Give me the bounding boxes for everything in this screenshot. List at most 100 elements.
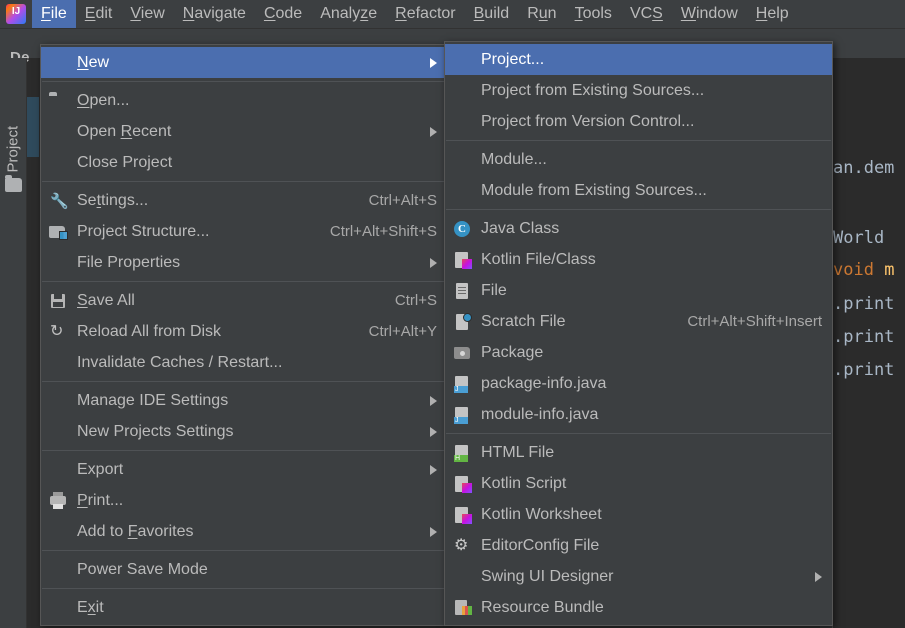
no-icon: [49, 523, 69, 541]
code-keyword: void: [833, 260, 874, 280]
menu-item-label: Module...: [481, 150, 547, 168]
menu-separator: [446, 140, 831, 141]
menu-item-kotlin-file-class[interactable]: Kotlin File/Class: [445, 244, 832, 275]
menu-item-swing-ui-designer[interactable]: Swing UI Designer: [445, 561, 832, 592]
menu-separator: [42, 588, 446, 589]
menubar-item-code[interactable]: Code: [255, 0, 311, 28]
no-icon: [453, 51, 473, 69]
menu-item-project-structure[interactable]: Project Structure... Ctrl+Alt+Shift+S: [41, 216, 447, 247]
menu-item-label: Project from Existing Sources...: [481, 81, 705, 99]
menu-item-module-from-existing-sources[interactable]: Module from Existing Sources...: [445, 175, 832, 206]
menubar-item-window[interactable]: Window: [672, 0, 747, 28]
menu-separator: [42, 450, 446, 451]
menu-item-module[interactable]: Module...: [445, 144, 832, 175]
menubar-item-tools[interactable]: Tools: [566, 0, 621, 28]
menu-item-print[interactable]: Print...: [41, 485, 447, 516]
menubar-item-navigate[interactable]: Navigate: [174, 0, 255, 28]
menu-bar: File Edit View Navigate Code Analyze Ref…: [0, 0, 905, 29]
project-structure-icon: [49, 223, 69, 241]
menu-item-label: EditorConfig File: [481, 536, 600, 554]
no-icon: [49, 123, 69, 141]
menu-item-new-projects-settings[interactable]: New Projects Settings: [41, 416, 447, 447]
menu-item-open-recent[interactable]: Open Recent: [41, 116, 447, 147]
menubar-item-file[interactable]: File: [32, 0, 76, 28]
menu-item-label: File Properties: [77, 253, 181, 271]
kotlin-script-icon: [453, 506, 473, 524]
menu-item-label: Open...: [77, 91, 130, 109]
menu-item-label: Export: [77, 460, 124, 478]
reload-icon: ↻: [50, 322, 64, 340]
code-line: an.dem: [833, 158, 895, 178]
menu-item-editorconfig-file[interactable]: ⚙ EditorConfig File: [445, 530, 832, 561]
menu-item-label: Invalidate Caches / Restart...: [77, 353, 283, 371]
folder-icon: [49, 92, 69, 110]
menubar-item-analyze[interactable]: Analyze: [311, 0, 386, 28]
menu-item-file[interactable]: File: [445, 275, 832, 306]
code-line: .print: [833, 327, 895, 347]
code-line: World: [833, 228, 885, 248]
no-icon: [453, 182, 473, 200]
menu-item-label: Project...: [481, 50, 545, 68]
menu-item-new[interactable]: New: [41, 47, 447, 78]
menu-item-manage-ide-settings[interactable]: Manage IDE Settings: [41, 385, 447, 416]
menu-item-add-to-favorites[interactable]: Add to Favorites: [41, 516, 447, 547]
menubar-item-view[interactable]: View: [121, 0, 173, 28]
project-panel-scrollbar[interactable]: [27, 97, 39, 157]
menu-item-java-class[interactable]: C Java Class: [445, 213, 832, 244]
wrench-icon: 🔧: [50, 192, 69, 210]
menu-item-exit[interactable]: Exit: [41, 592, 447, 623]
menubar-item-vcs[interactable]: VCS: [621, 0, 672, 28]
gear-icon: ⚙: [454, 536, 469, 554]
chevron-right-icon: [430, 395, 437, 406]
menu-item-package[interactable]: Package: [445, 337, 832, 368]
menu-item-label: New: [77, 53, 110, 71]
menu-item-label: Open Recent: [77, 122, 172, 140]
menu-item-label: module-info.java: [481, 405, 599, 423]
menu-separator: [446, 433, 831, 434]
menu-separator: [42, 181, 446, 182]
html-file-icon: [453, 444, 473, 462]
menu-item-power-save-mode[interactable]: Power Save Mode: [41, 554, 447, 585]
menu-item-resource-bundle[interactable]: Resource Bundle: [445, 592, 832, 623]
menu-item-html-file[interactable]: HTML File: [445, 437, 832, 468]
menu-item-project[interactable]: Project...: [445, 44, 832, 75]
menu-item-package-info-java[interactable]: package-info.java: [445, 368, 832, 399]
menu-separator: [42, 81, 446, 82]
menu-item-shortcut: Ctrl+Alt+S: [368, 192, 437, 209]
file-menu-popup: New Open... Open Recent Close Project 🔧 …: [40, 44, 448, 626]
no-icon: [49, 561, 69, 579]
menu-item-reload-all-from-disk[interactable]: ↻ Reload All from Disk Ctrl+Alt+Y: [41, 316, 447, 347]
menu-separator: [42, 281, 446, 282]
menu-item-label: Add to Favorites: [77, 522, 194, 540]
java-file-icon: [453, 375, 473, 393]
menubar-item-build[interactable]: Build: [465, 0, 519, 28]
menu-item-label: Settings...: [77, 191, 149, 209]
menu-item-file-properties[interactable]: File Properties: [41, 247, 447, 278]
menu-item-open[interactable]: Open...: [41, 85, 447, 116]
menu-item-project-from-version-control[interactable]: Project from Version Control...: [445, 106, 832, 137]
menubar-item-refactor[interactable]: Refactor: [386, 0, 464, 28]
folder-icon[interactable]: [5, 175, 22, 192]
code-line: .print: [833, 360, 895, 380]
menubar-item-edit[interactable]: Edit: [76, 0, 122, 28]
menu-item-scratch-file[interactable]: Scratch File Ctrl+Alt+Shift+Insert: [445, 306, 832, 337]
menu-item-settings[interactable]: 🔧 Settings... Ctrl+Alt+S: [41, 185, 447, 216]
no-icon: [49, 254, 69, 272]
menu-item-export[interactable]: Export: [41, 454, 447, 485]
menu-separator: [42, 550, 446, 551]
menubar-item-help[interactable]: Help: [747, 0, 798, 28]
no-icon: [49, 461, 69, 479]
menu-item-invalidate-caches[interactable]: Invalidate Caches / Restart...: [41, 347, 447, 378]
menu-item-label: Swing UI Designer: [481, 567, 614, 585]
menubar-item-run[interactable]: Run: [518, 0, 565, 28]
menu-item-label: Close Project: [77, 153, 173, 171]
menu-item-module-info-java[interactable]: module-info.java: [445, 399, 832, 430]
menu-item-label: Resource Bundle: [481, 598, 604, 616]
sidebar-item-project[interactable]: 1: Project: [0, 103, 26, 213]
menu-item-project-from-existing-sources[interactable]: Project from Existing Sources...: [445, 75, 832, 106]
menu-item-kotlin-worksheet[interactable]: Kotlin Worksheet: [445, 499, 832, 530]
menu-item-save-all[interactable]: Save All Ctrl+S: [41, 285, 447, 316]
menu-item-label: Exit: [77, 598, 104, 616]
menu-item-close-project[interactable]: Close Project: [41, 147, 447, 178]
menu-item-kotlin-script[interactable]: Kotlin Script: [445, 468, 832, 499]
